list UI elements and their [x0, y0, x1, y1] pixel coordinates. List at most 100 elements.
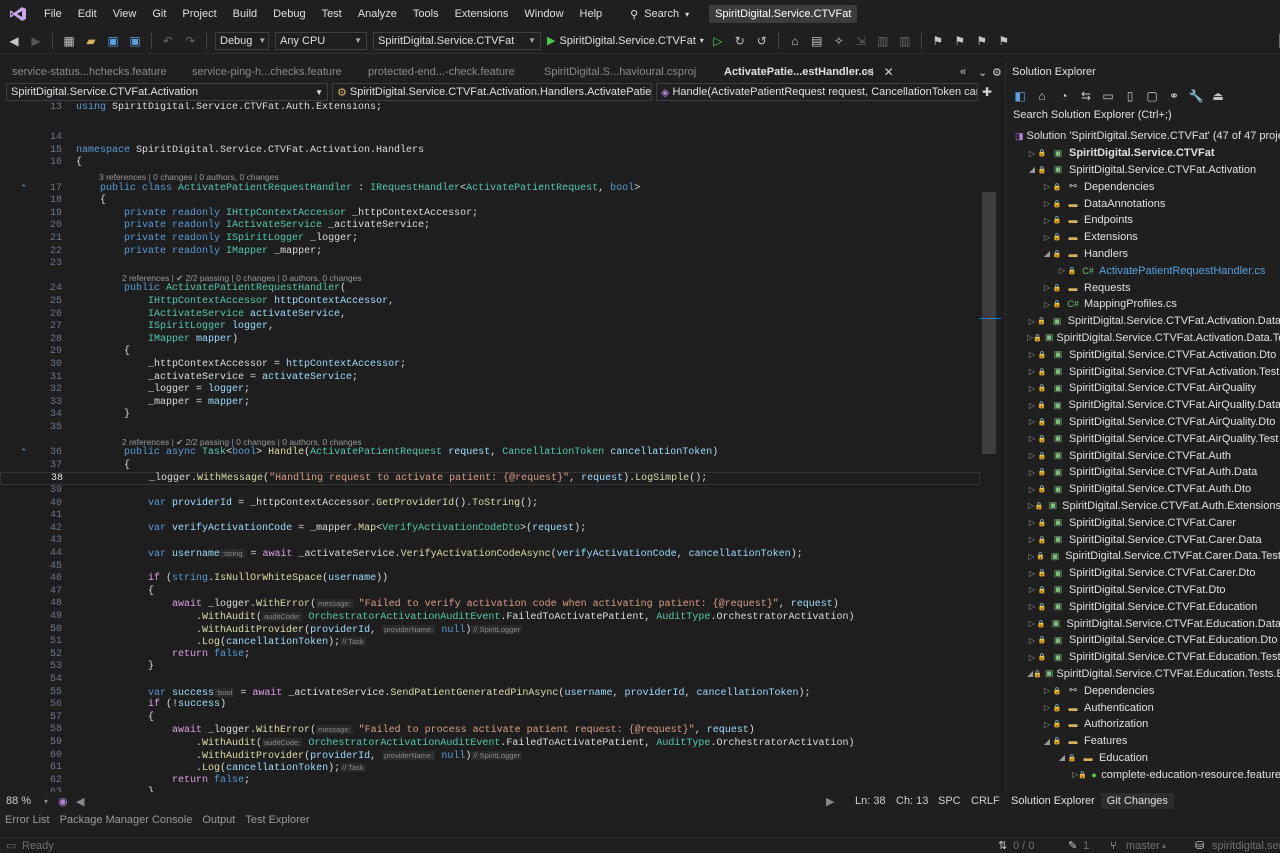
menu-tools[interactable]: Tools: [405, 0, 447, 28]
tree-item[interactable]: ◢ 🔒 ▬ Education: [1006, 750, 1280, 767]
document-tab[interactable]: service-ping-h...checks.feature: [180, 66, 356, 78]
back-icon[interactable]: ◀: [6, 33, 22, 49]
menu-build[interactable]: Build: [225, 0, 265, 28]
collapsed-arrow-icon[interactable]: ▷: [1027, 417, 1037, 426]
step-icon[interactable]: ⇲: [853, 33, 869, 49]
tree-item[interactable]: ▷ 🔒 C# ActivatePatientRequestHandler.cs: [1006, 262, 1280, 279]
tree-item[interactable]: ◢ 🔒 ▬ Features: [1006, 733, 1280, 750]
browse-icon[interactable]: ⌂: [787, 33, 803, 49]
code-line[interactable]: 39: [0, 485, 980, 498]
code-editor[interactable]: 13 using SpiritDigital.Service.CTVFat.Aut…: [0, 102, 1005, 792]
document-tab[interactable]: service-status...hchecks.feature: [0, 66, 180, 78]
tree-item[interactable]: ▷ 🔒 ▣ SpiritDigital.Service.CTVFat.Dto: [1006, 582, 1280, 599]
collapse-all-icon[interactable]: ▭: [1100, 88, 1116, 104]
code-line[interactable]: 47 {: [0, 586, 980, 599]
collapsed-arrow-icon[interactable]: ▷: [1042, 233, 1052, 242]
collapsed-arrow-icon[interactable]: ▷: [1027, 367, 1037, 376]
close-icon[interactable]: ✕: [884, 65, 894, 79]
collapsed-arrow-icon[interactable]: ▷: [1027, 653, 1037, 662]
open-folder-icon[interactable]: ▰: [83, 33, 99, 49]
next-bookmark-icon[interactable]: ⚑: [974, 33, 990, 49]
collapsed-arrow-icon[interactable]: ▷: [1027, 636, 1037, 645]
codelens-class[interactable]: 3 references | 0 changes | 0 authors, 0 …: [99, 172, 279, 182]
home-icon[interactable]: ⌂: [1034, 88, 1050, 104]
code-line[interactable]: 62 return false;: [0, 775, 980, 788]
tree-item[interactable]: ▷ 🔒 ▣ SpiritDigital.Service.CTVFat.Educatio…: [1006, 598, 1280, 615]
sync-icon[interactable]: ⇆: [1078, 88, 1094, 104]
tab-output[interactable]: Output: [197, 814, 240, 830]
document-tab[interactable]: SpiritDigital.S...havioural.csproj: [532, 66, 712, 78]
code-line[interactable]: 56 if (!success): [0, 699, 980, 712]
code-text[interactable]: private readonly IMapper _mapper;: [76, 246, 322, 259]
tab-list-icon[interactable]: ⌄: [978, 66, 987, 79]
code-line[interactable]: 55 var success:bool = await _activateSer…: [0, 687, 980, 700]
split-window-icon[interactable]: ✚: [982, 85, 992, 99]
code-line[interactable]: 36 public async Task<bool> Handle(Activa…: [0, 447, 980, 460]
expanded-arrow-icon[interactable]: ◢: [1042, 249, 1052, 258]
code-line[interactable]: 48 await _logger.WithError(message: "Fai…: [0, 598, 980, 611]
code-line[interactable]: 26 IActivateService activateService,: [0, 309, 980, 322]
sync-count[interactable]: 0 / 0: [1013, 840, 1034, 852]
startup-project-dropdown[interactable]: SpiritDigital.Service.CTVFat ▼: [373, 31, 541, 50]
tab-error-list[interactable]: Error List: [0, 814, 55, 830]
collapsed-arrow-icon[interactable]: ▷: [1042, 686, 1052, 695]
layout-icon[interactable]: ▤: [809, 33, 825, 49]
hot-reload-options-icon[interactable]: ↺: [754, 33, 770, 49]
menu-project[interactable]: Project: [174, 0, 224, 28]
tab-solution-explorer[interactable]: Solution Explorer: [1005, 793, 1101, 809]
code-line[interactable]: 46 if (string.IsNullOrWhiteSpace(usernam…: [0, 573, 980, 586]
code-text[interactable]: _logger = logger;: [76, 384, 250, 397]
code-line[interactable]: 31 _activateService = activateService;: [0, 372, 980, 385]
code-line[interactable]: 61 .Log(cancellationToken);// Task: [0, 762, 980, 775]
collapsed-arrow-icon[interactable]: ▷: [1027, 535, 1037, 544]
solution-title[interactable]: SpiritDigital.Service.CTVFat: [709, 5, 858, 23]
code-line[interactable]: 25 IHttpContextAccessor httpContextAcces…: [0, 296, 980, 309]
collapsed-arrow-icon[interactable]: ▷: [1027, 485, 1037, 494]
code-line[interactable]: 58 await _logger.WithError(message: "Fai…: [0, 724, 980, 737]
code-text[interactable]: namespace SpiritDigital.Service.CTVFat.A…: [76, 145, 424, 158]
menu-debug[interactable]: Debug: [265, 0, 313, 28]
menu-analyze[interactable]: Analyze: [350, 0, 405, 28]
tree-item[interactable]: ▷ 🔒 ▣ SpiritDigital.Service.CTVFat: [1006, 145, 1280, 162]
collapsed-arrow-icon[interactable]: ▷: [1027, 501, 1035, 510]
code-line[interactable]: 23: [0, 258, 980, 271]
code-text[interactable]: .WithAuditProvider(providerId, providerN…: [76, 624, 523, 638]
code-text[interactable]: IMapper mapper): [76, 334, 238, 347]
tree-item[interactable]: ▷ 🔒 ▬ Extensions: [1006, 229, 1280, 246]
menu-window[interactable]: Window: [516, 0, 571, 28]
code-line[interactable]: 14: [0, 132, 980, 145]
tree-item[interactable]: ▷ 🔒 ▣ SpiritDigital.Service.CTVFat.AirQuali…: [1006, 380, 1280, 397]
code-text[interactable]: private readonly IActivateService _activ…: [76, 220, 430, 233]
collapsed-arrow-icon[interactable]: ▷: [1027, 468, 1037, 477]
code-line[interactable]: 15 namespace SpiritDigital.Service.CTVFat…: [0, 145, 980, 158]
code-line[interactable]: 19 private readonly IHttpContextAccessor…: [0, 208, 980, 221]
code-text[interactable]: {: [76, 157, 82, 170]
code-line[interactable]: 51 .Log(cancellationToken);// Task: [0, 636, 980, 649]
code-line[interactable]: 60 .WithAuditProvider(providerId, provid…: [0, 750, 980, 763]
code-line[interactable]: 54: [0, 674, 980, 687]
codelens-handle[interactable]: 2 references | ✔ 2/2 passing | 0 changes…: [122, 437, 362, 448]
code-line[interactable]: 28 IMapper mapper): [0, 334, 980, 347]
collapsed-arrow-icon[interactable]: ▷: [1042, 703, 1052, 712]
code-line[interactable]: 24 public ActivatePatientRequestHandler(: [0, 283, 980, 296]
wrench-icon[interactable]: 🔧: [1188, 88, 1204, 104]
collapsed-arrow-icon[interactable]: ▷: [1027, 384, 1037, 393]
code-text[interactable]: private readonly IHttpContextAccessor _h…: [76, 208, 478, 221]
collapsed-arrow-icon[interactable]: ▷: [1042, 720, 1052, 729]
redo-icon[interactable]: ↷: [182, 33, 198, 49]
history-icon[interactable]: ◔: [1056, 88, 1072, 104]
expanded-arrow-icon[interactable]: ◢: [1042, 737, 1052, 746]
tree-item[interactable]: ▷ 🔒 ● complete-education-resource.feature: [1006, 766, 1280, 783]
gear-icon[interactable]: ⚙: [992, 66, 1002, 79]
platform-dropdown[interactable]: Any CPU ▼: [275, 31, 367, 50]
save-icon[interactable]: ▣: [105, 33, 121, 49]
tree-item[interactable]: ▷ 🔒 ▣ SpiritDigital.Service.CTVFat.Educatio…: [1006, 649, 1280, 666]
menu-git[interactable]: Git: [144, 0, 174, 28]
code-text[interactable]: ISpiritLogger logger,: [76, 321, 274, 334]
collapsed-arrow-icon[interactable]: ▷: [1027, 518, 1037, 527]
code-text[interactable]: {: [76, 712, 154, 725]
zoom-level[interactable]: 88 %: [6, 795, 31, 807]
pending-changes-count[interactable]: 1: [1083, 840, 1089, 852]
code-text[interactable]: await _logger.WithError(message: "Failed…: [76, 724, 755, 738]
code-text[interactable]: {: [76, 346, 130, 359]
